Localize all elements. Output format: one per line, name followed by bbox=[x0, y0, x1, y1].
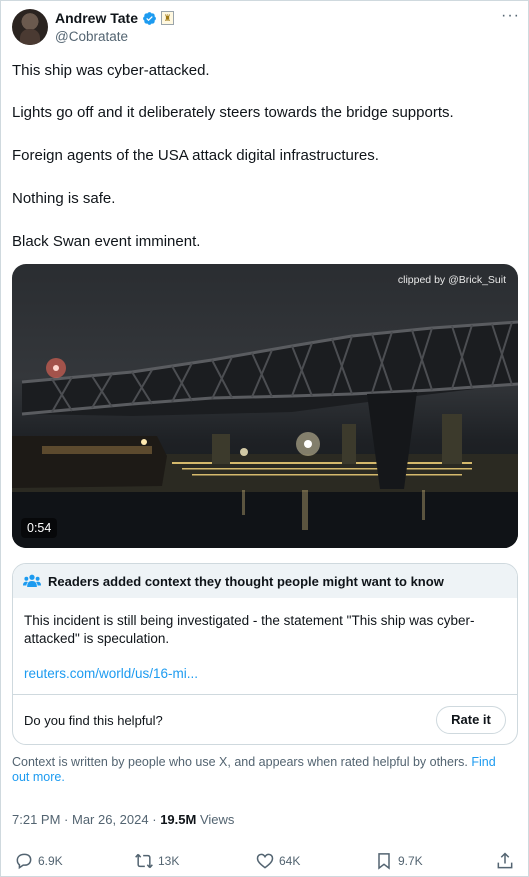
context-disclaimer-text: Context is written by people who use X, … bbox=[12, 755, 468, 769]
divider bbox=[13, 694, 517, 695]
bookmark-button[interactable]: 9.7K bbox=[374, 851, 423, 871]
meta-separator: · bbox=[64, 812, 72, 827]
affiliation-badge-icon[interactable]: ♜ bbox=[160, 11, 174, 25]
tweet-date[interactable]: Mar 26, 2024 bbox=[72, 812, 149, 827]
community-note-title: Readers added context they thought peopl… bbox=[48, 573, 444, 589]
video-duration: 0:54 bbox=[21, 518, 58, 538]
community-note-source-link[interactable]: reuters.com/world/us/16-mi... bbox=[24, 666, 198, 681]
views-label: Views bbox=[199, 812, 235, 827]
people-icon bbox=[23, 574, 41, 587]
tweet-text-line-5: Black Swan event imminent. bbox=[12, 233, 201, 250]
like-count: 64K bbox=[279, 854, 301, 868]
community-note-body: This incident is still being investigate… bbox=[24, 613, 475, 646]
share-button[interactable] bbox=[495, 851, 515, 871]
reply-count: 6.9K bbox=[38, 854, 63, 868]
video-watermark: clipped by @Brick_Suit bbox=[397, 274, 506, 286]
repost-icon bbox=[135, 853, 153, 869]
like-button[interactable]: 64K bbox=[255, 851, 300, 871]
meta-separator: · bbox=[152, 812, 161, 827]
heart-icon bbox=[256, 853, 274, 869]
tweet-card: Andrew Tate ♜ @Cobratate ··· This ship w… bbox=[0, 0, 529, 877]
repost-button[interactable]: 13K bbox=[134, 851, 179, 871]
repost-count: 13K bbox=[158, 854, 180, 868]
community-note: Readers added context they thought peopl… bbox=[12, 563, 518, 745]
author-name-row: Andrew Tate ♜ bbox=[55, 10, 174, 26]
tweet-text-line-1: This ship was cyber-attacked. bbox=[12, 62, 210, 79]
video-frame-image bbox=[12, 320, 518, 548]
reply-icon bbox=[16, 853, 32, 870]
tweet-text-line-3: Foreign agents of the USA attack digital… bbox=[12, 147, 379, 164]
video-player[interactable]: clipped by @Brick_Suit 0:54 bbox=[12, 264, 518, 548]
rate-it-button[interactable]: Rate it bbox=[436, 706, 506, 734]
context-disclaimer: Context is written by people who use X, … bbox=[12, 755, 512, 785]
author-name[interactable]: Andrew Tate bbox=[55, 10, 138, 26]
action-bar: 6.9K 13K 64K 9.7K bbox=[1, 851, 529, 875]
author-handle[interactable]: @Cobratate bbox=[55, 29, 128, 44]
tweet-text-line-2: Lights go off and it deliberately steers… bbox=[12, 104, 454, 121]
verified-badge-icon bbox=[143, 11, 156, 25]
avatar[interactable] bbox=[12, 9, 48, 45]
community-note-header: Readers added context they thought peopl… bbox=[13, 564, 517, 598]
tweet-text-line-4: Nothing is safe. bbox=[12, 190, 116, 207]
views-count: 19.5M bbox=[160, 812, 197, 827]
tweet-time[interactable]: 7:21 PM bbox=[12, 812, 60, 827]
more-icon[interactable]: ··· bbox=[501, 7, 520, 25]
tweet-meta: 7:21 PM · Mar 26, 2024 · 19.5M Views bbox=[12, 812, 234, 827]
helpful-prompt: Do you find this helpful? bbox=[24, 713, 163, 728]
reply-button[interactable]: 6.9K bbox=[14, 851, 63, 871]
bookmark-count: 9.7K bbox=[398, 854, 423, 868]
share-icon bbox=[497, 852, 513, 869]
bookmark-icon bbox=[378, 853, 390, 870]
